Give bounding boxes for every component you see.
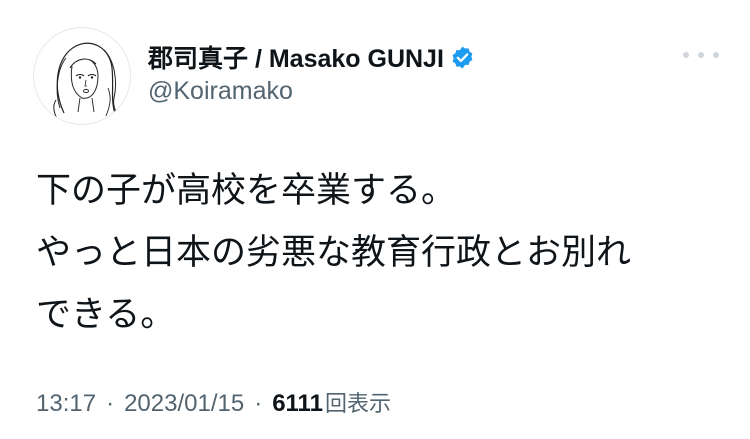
author-name-row: 郡司真子 / Masako GUNJI [148,40,475,74]
more-dot [713,52,719,58]
views-count[interactable]: 6111 [272,390,323,418]
author-handle[interactable]: @Koiramako [148,77,293,106]
author-display-name[interactable]: 郡司真子 / Masako GUNJI [148,39,444,75]
tweet-date[interactable]: 2023/01/15 [124,390,244,418]
avatar[interactable] [33,27,131,125]
meta-separator: · [106,390,115,417]
meta-separator: · [254,390,263,417]
tweet-time[interactable]: 13:17 [36,390,96,418]
tweet-line: 下の子が高校を卒業する。 [36,171,457,211]
verified-badge-icon[interactable] [450,45,475,70]
more-dot [698,52,704,58]
more-options-icon[interactable] [683,45,719,65]
tweet-card: 郡司真子 / Masako GUNJI @Koiramako 下の子が高校を卒業… [0,0,750,439]
tweet-line: できる。 [36,295,176,335]
tweet-text: 下の子が高校を卒業する。 やっと日本の劣悪な教育行政とお別れ できる。 [36,160,736,346]
more-dot [683,52,689,58]
views-label: 回表示 [324,392,391,417]
tweet-meta: 13:17 · 2023/01/15 · 6111 回表示 [36,386,391,418]
tweet-line: やっと日本の劣悪な教育行政とお別れ [36,233,632,273]
portrait-icon [53,42,121,121]
